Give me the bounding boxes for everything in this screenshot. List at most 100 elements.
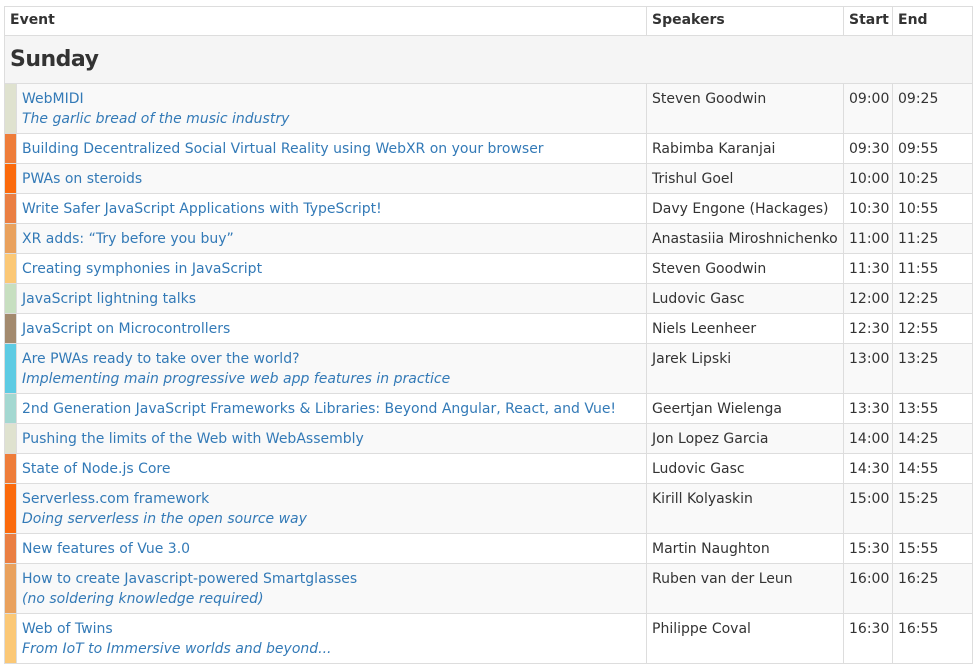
track-color-swatch [4, 253, 17, 284]
track-color-swatch [4, 163, 17, 194]
table-row: Serverless.com framework Doing serverless… [4, 483, 973, 534]
speaker-cell: Jon Lopez Garcia [646, 423, 844, 454]
table-row: How to create Javascript-powered Smartgl… [4, 563, 973, 614]
speaker-cell: Trishul Goel [646, 163, 844, 194]
session-subtitle: The garlic bread of the music industry [22, 111, 290, 127]
speaker-cell: Niels Leenheer [646, 313, 844, 344]
session-title-link[interactable]: Web of Twins [22, 619, 642, 639]
schedule-container: Event Speakers Start End Sunday WebMIDI T… [4, 6, 973, 664]
event-cell: 2nd Generation JavaScript Frameworks & L… [16, 393, 647, 424]
end-time-cell: 12:25 [892, 283, 973, 314]
table-row: WebMIDI The garlic bread of the music ind… [4, 83, 973, 134]
end-time-cell: 16:25 [892, 563, 973, 614]
start-time-cell: 11:00 [843, 223, 893, 254]
session-title-link[interactable]: WebMIDI [22, 89, 642, 109]
start-time-cell: 14:30 [843, 453, 893, 484]
event-cell: State of Node.js Core [16, 453, 647, 484]
session-title-link[interactable]: Are PWAs ready to take over the world? [22, 349, 642, 369]
start-time-cell: 11:30 [843, 253, 893, 284]
end-time-cell: 13:25 [892, 343, 973, 394]
event-cell: How to create Javascript-powered Smartgl… [16, 563, 647, 614]
event-cell: WebMIDI The garlic bread of the music ind… [16, 83, 647, 134]
session-title-link[interactable]: Building Decentralized Social Virtual Re… [22, 139, 642, 159]
start-time-cell: 10:30 [843, 193, 893, 224]
table-row: Creating symphonies in JavaScript Steven … [4, 253, 973, 284]
session-title-link[interactable]: Write Safer JavaScript Applications with… [22, 199, 642, 219]
end-time-cell: 09:25 [892, 83, 973, 134]
session-title-link[interactable]: JavaScript on Microcontrollers [22, 319, 642, 339]
track-color-swatch [4, 423, 17, 454]
session-title-link[interactable]: PWAs on steroids [22, 169, 642, 189]
header-speakers: Speakers [646, 6, 844, 36]
table-row: PWAs on steroids Trishul Goel 10:00 10:25 [4, 163, 973, 194]
event-cell: New features of Vue 3.0 [16, 533, 647, 564]
speaker-cell: Steven Goodwin [646, 83, 844, 134]
end-time-cell: 13:55 [892, 393, 973, 424]
end-time-cell: 12:55 [892, 313, 973, 344]
speaker-cell: Philippe Coval [646, 613, 844, 664]
speaker-cell: Ludovic Gasc [646, 453, 844, 484]
day-heading: Sunday [10, 47, 99, 72]
table-row: JavaScript lightning talks Ludovic Gasc 12… [4, 283, 973, 314]
track-color-swatch [4, 83, 17, 134]
session-title-link[interactable]: Pushing the limits of the Web with WebAs… [22, 429, 642, 449]
event-cell: XR adds: “Try before you buy” [16, 223, 647, 254]
end-time-cell: 15:55 [892, 533, 973, 564]
session-title-link[interactable]: New features of Vue 3.0 [22, 539, 642, 559]
start-time-cell: 16:30 [843, 613, 893, 664]
track-color-swatch [4, 133, 17, 164]
session-title-link[interactable]: State of Node.js Core [22, 459, 642, 479]
session-subtitle: From IoT to Immersive worlds and beyond.… [22, 641, 332, 657]
track-color-swatch [4, 223, 17, 254]
start-time-cell: 12:30 [843, 313, 893, 344]
end-time-cell: 16:55 [892, 613, 973, 664]
session-subtitle: Implementing main progressive web app fe… [22, 371, 451, 387]
start-time-cell: 16:00 [843, 563, 893, 614]
speaker-cell: Ludovic Gasc [646, 283, 844, 314]
end-time-cell: 10:25 [892, 163, 973, 194]
session-title-link[interactable]: Creating symphonies in JavaScript [22, 259, 642, 279]
start-time-cell: 12:00 [843, 283, 893, 314]
session-title-link[interactable]: XR adds: “Try before you buy” [22, 229, 642, 249]
session-title-link[interactable]: Serverless.com framework [22, 489, 642, 509]
track-color-swatch [4, 313, 17, 344]
track-color-swatch [4, 533, 17, 564]
end-time-cell: 10:55 [892, 193, 973, 224]
schedule-body: Sunday WebMIDI The garlic bread of the mu… [4, 35, 973, 664]
event-cell: Serverless.com framework Doing serverless… [16, 483, 647, 534]
speaker-cell: Davy Engone (Hackages) [646, 193, 844, 224]
table-row: Are PWAs ready to take over the world? Im… [4, 343, 973, 394]
session-title-link[interactable]: JavaScript lightning talks [22, 289, 642, 309]
start-time-cell: 13:30 [843, 393, 893, 424]
start-time-cell: 14:00 [843, 423, 893, 454]
event-cell: JavaScript lightning talks [16, 283, 647, 314]
track-color-swatch [4, 343, 17, 394]
session-title-link[interactable]: How to create Javascript-powered Smartgl… [22, 569, 642, 589]
start-time-cell: 13:00 [843, 343, 893, 394]
start-time-cell: 10:00 [843, 163, 893, 194]
speaker-cell: Ruben van der Leun [646, 563, 844, 614]
end-time-cell: 11:25 [892, 223, 973, 254]
track-color-swatch [4, 393, 17, 424]
end-time-cell: 15:25 [892, 483, 973, 534]
end-time-cell: 09:55 [892, 133, 973, 164]
track-color-swatch [4, 483, 17, 534]
end-time-cell: 11:55 [892, 253, 973, 284]
header-event: Event [4, 6, 647, 36]
speaker-cell: Steven Goodwin [646, 253, 844, 284]
speaker-cell: Geertjan Wielenga [646, 393, 844, 424]
speaker-cell: Rabimba Karanjai [646, 133, 844, 164]
session-subtitle: (no soldering knowledge required) [22, 591, 264, 607]
speaker-cell: Jarek Lipski [646, 343, 844, 394]
start-time-cell: 15:30 [843, 533, 893, 564]
table-row: State of Node.js Core Ludovic Gasc 14:30 14… [4, 453, 973, 484]
track-color-swatch [4, 193, 17, 224]
table-row: Web of Twins From IoT to Immersive worlds… [4, 613, 973, 664]
session-title-link[interactable]: 2nd Generation JavaScript Frameworks & L… [22, 399, 642, 419]
table-row: New features of Vue 3.0 Martin Naughton 15… [4, 533, 973, 564]
end-time-cell: 14:55 [892, 453, 973, 484]
event-cell: Pushing the limits of the Web with WebAs… [16, 423, 647, 454]
day-cell: Sunday [4, 35, 973, 84]
table-row: XR adds: “Try before you buy” Anastasiia … [4, 223, 973, 254]
day-row: Sunday [4, 35, 973, 84]
